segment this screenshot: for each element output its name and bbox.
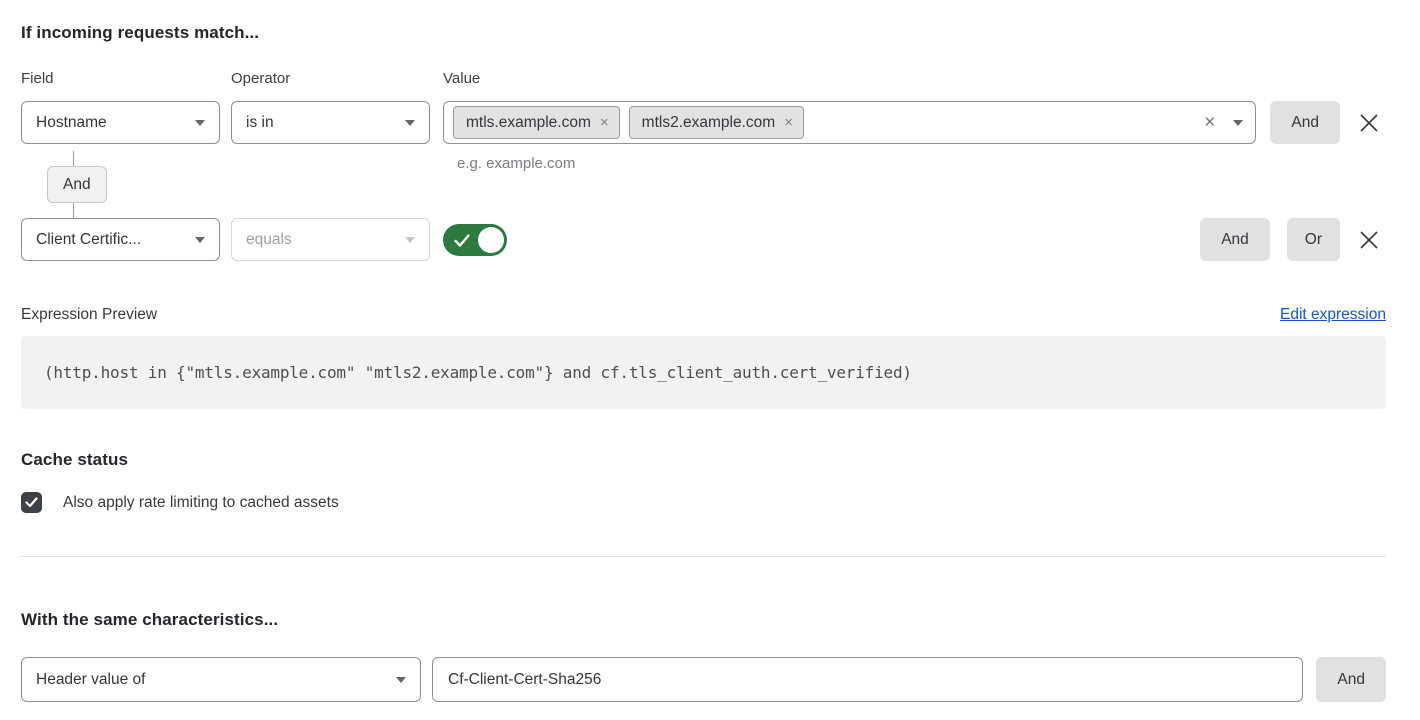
match-section-title: If incoming requests match...	[21, 23, 1386, 43]
cached-assets-checkbox-label: Also apply rate limiting to cached asset…	[63, 494, 339, 512]
delete-row2-button[interactable]	[1352, 218, 1386, 261]
remove-tag-icon[interactable]: ×	[784, 115, 793, 130]
characteristic-select-value: Header value of	[36, 671, 145, 689]
condition-row-1: Hostname is in mtls.example.com × mtls2.…	[21, 101, 1386, 144]
check-icon	[25, 497, 38, 508]
cert-verified-toggle[interactable]	[443, 224, 507, 256]
field-select-row1[interactable]: Hostname	[21, 101, 220, 144]
row-connector: And	[42, 151, 102, 218]
characteristics-title: With the same characteristics...	[21, 610, 1386, 630]
expression-preview-header: Expression Preview Edit expression	[21, 306, 1386, 324]
remove-tag-icon[interactable]: ×	[600, 115, 609, 130]
chevron-down-icon	[1233, 120, 1243, 126]
cache-status-title: Cache status	[21, 450, 1386, 470]
chevron-down-icon	[405, 120, 415, 126]
column-labels: Field Operator Value	[21, 70, 1386, 87]
connector-line	[73, 203, 74, 218]
and-button-row1[interactable]: And	[1270, 101, 1340, 144]
operator-select-row2-value: equals	[246, 231, 292, 249]
field-column-label: Field	[21, 70, 220, 87]
characteristic-select[interactable]: Header value of	[21, 657, 421, 702]
characteristics-row: Header value of And	[21, 657, 1386, 702]
value-tag: mtls.example.com ×	[453, 106, 620, 139]
close-icon	[1358, 229, 1380, 251]
field-select-row2[interactable]: Client Certific...	[21, 218, 220, 261]
connector-line	[73, 151, 74, 166]
toggle-knob	[478, 227, 504, 253]
value-tag-label: mtls.example.com	[466, 114, 591, 132]
delete-row1-button[interactable]	[1352, 101, 1386, 144]
header-name-input[interactable]	[432, 657, 1303, 702]
operator-column-label: Operator	[231, 70, 430, 87]
and-button-characteristics[interactable]: And	[1316, 657, 1386, 702]
cached-assets-checkbox[interactable]	[21, 492, 42, 513]
chevron-down-icon	[396, 677, 406, 683]
check-icon	[454, 234, 470, 247]
expression-preview-label: Expression Preview	[21, 306, 157, 324]
field-select-row2-value: Client Certific...	[36, 231, 141, 249]
connector-and-button[interactable]: And	[47, 166, 107, 203]
value-tag: mtls2.example.com ×	[629, 106, 804, 139]
condition-row-2: Client Certific... equals And Or	[21, 218, 1386, 261]
section-divider	[21, 556, 1386, 557]
rule-builder-page: If incoming requests match... Field Oper…	[0, 0, 1420, 702]
value-hint-text: e.g. example.com	[457, 155, 1386, 172]
value-tag-label: mtls2.example.com	[642, 114, 776, 132]
chevron-down-icon	[195, 120, 205, 126]
chevron-down-icon	[405, 237, 415, 243]
spacer	[507, 218, 1200, 261]
operator-select-row1-value: is in	[246, 114, 274, 132]
field-select-row1-value: Hostname	[36, 114, 107, 132]
edit-expression-link[interactable]: Edit expression	[1280, 306, 1386, 324]
clear-all-icon[interactable]: ×	[1200, 113, 1219, 132]
or-button-row2[interactable]: Or	[1287, 218, 1340, 261]
chevron-down-icon	[195, 237, 205, 243]
value-multiselect-row1[interactable]: mtls.example.com × mtls2.example.com × ×	[443, 101, 1256, 144]
expression-preview-box: (http.host in {"mtls.example.com" "mtls2…	[21, 336, 1386, 409]
and-button-row2[interactable]: And	[1200, 218, 1270, 261]
expression-code: (http.host in {"mtls.example.com" "mtls2…	[44, 363, 912, 382]
close-icon	[1358, 112, 1380, 134]
operator-select-row2-disabled: equals	[231, 218, 430, 261]
operator-select-row1[interactable]: is in	[231, 101, 430, 144]
value-column-label: Value	[443, 70, 480, 87]
cache-status-row: Also apply rate limiting to cached asset…	[21, 492, 1386, 513]
